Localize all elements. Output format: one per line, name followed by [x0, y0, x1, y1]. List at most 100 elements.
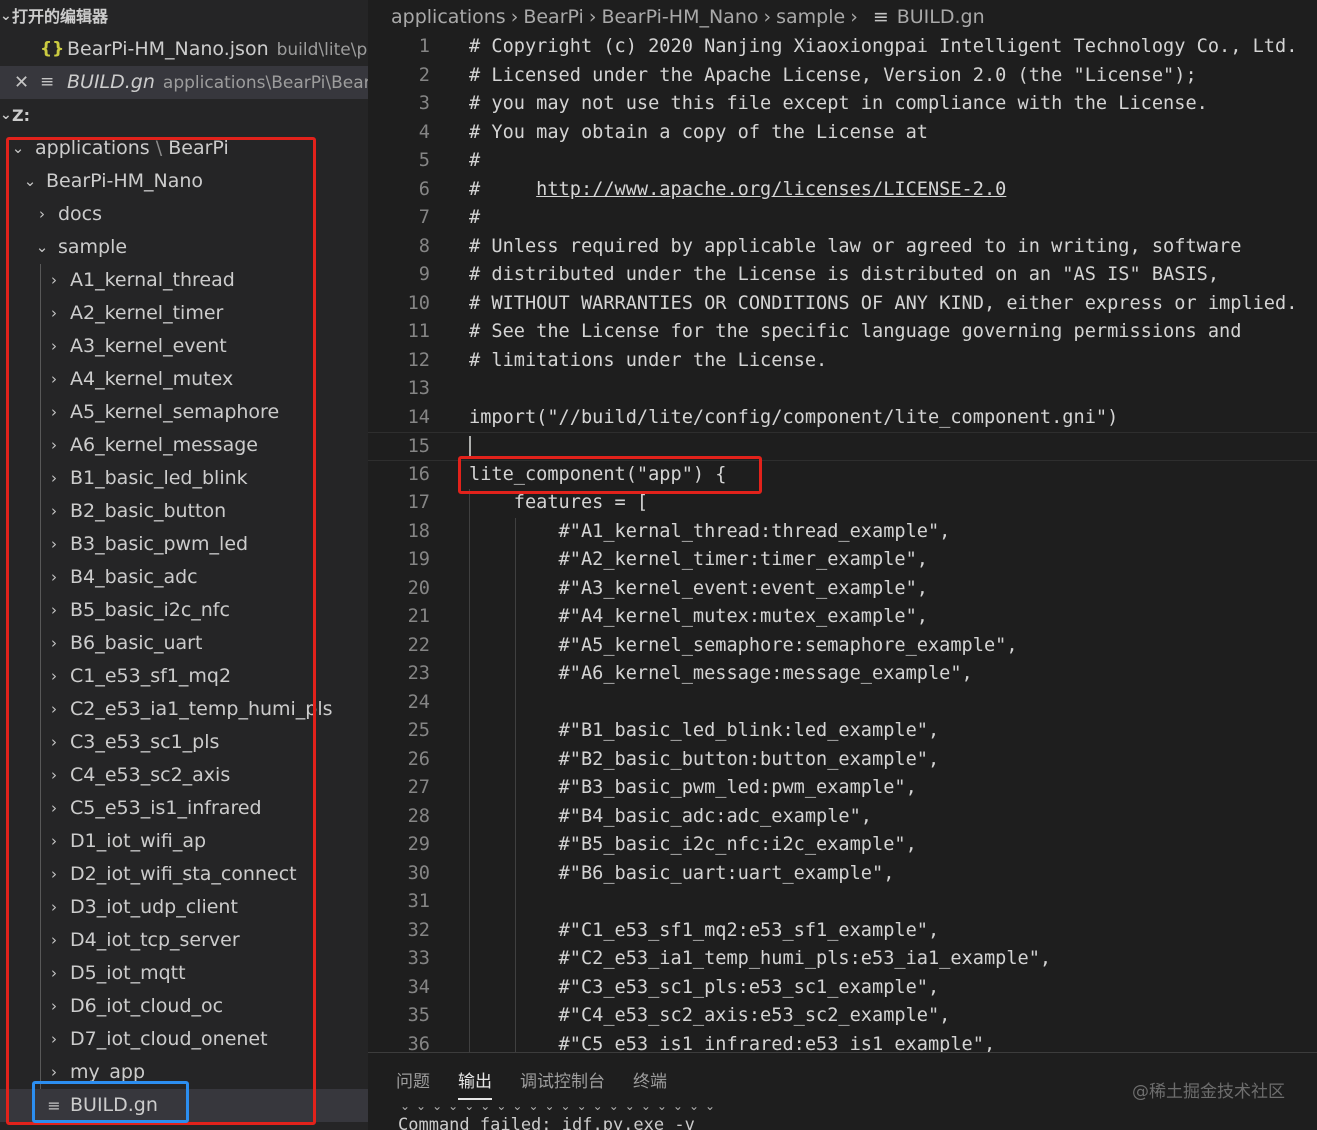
open-editor-item-json[interactable]: {} BearPi-HM_Nano.json build\lite\p...	[0, 33, 368, 66]
open-editor-item-build-gn[interactable]: ✕ ≡ BUILD.gn applications\BearPi\Bear...	[0, 66, 368, 99]
tree-item-folder[interactable]: › A6_kernel_message	[0, 429, 368, 462]
tree-item-folder[interactable]: › D4_iot_tcp_server	[0, 924, 368, 957]
code-text-content: # distributed under the License is distr…	[469, 264, 1220, 285]
code-line[interactable]: 14 import("//build/lite/config/component/…	[368, 404, 1317, 433]
chevron-right-icon: ›	[51, 502, 57, 520]
tree-item-folder[interactable]: › B2_basic_button	[0, 495, 368, 528]
breadcrumb-item[interactable]: BUILD.gn	[897, 6, 985, 28]
code-line[interactable]: 6 # http://www.apache.org/licenses/LICENS…	[368, 176, 1317, 205]
code-line[interactable]: 33 #"C2_e53_ia1_temp_humi_pls:e53_ia1_ex…	[368, 945, 1317, 974]
breadcrumb-item[interactable]: applications	[391, 6, 506, 28]
panel-tab[interactable]: 调试控制台	[520, 1067, 605, 1098]
tree-item-folder[interactable]: › B5_basic_i2c_nfc	[0, 594, 368, 627]
tree-item-folder[interactable]: › B6_basic_uart	[0, 627, 368, 660]
license-link[interactable]: http://www.apache.org/licenses/LICENSE-2…	[536, 179, 1006, 200]
code-line[interactable]: 35 #"C4_e53_sc2_axis:e53_sc2_example",	[368, 1002, 1317, 1031]
chevron-right-icon: ›	[51, 568, 57, 586]
code-line[interactable]: 25 #"B1_basic_led_blink:led_example",	[368, 717, 1317, 746]
open-editors-header[interactable]: ⌄ 打开的编辑器	[0, 0, 368, 33]
code-line[interactable]: 20 #"A3_kernel_event:event_example",	[368, 574, 1317, 603]
tree-item-folder[interactable]: › C3_e53_sc1_pls	[0, 726, 368, 759]
code-line[interactable]: 1 # Copyright (c) 2020 Nanjing Xiaoxiongp…	[368, 33, 1317, 62]
tree-item-folder[interactable]: › D6_iot_cloud_oc	[0, 990, 368, 1023]
tree-item-folder[interactable]: › B1_basic_led_blink	[0, 462, 368, 495]
code-line[interactable]: 3 # you may not use this file except in c…	[368, 90, 1317, 119]
code-line[interactable]: 27 #"B3_basic_pwm_led:pwm_example",	[368, 774, 1317, 803]
indent-guide	[40, 627, 41, 660]
tree-item-folder[interactable]: › D7_iot_cloud_onenet	[0, 1023, 368, 1056]
code-line[interactable]: 5 #	[368, 147, 1317, 176]
tree-item-folder[interactable]: › C4_e53_sc2_axis	[0, 759, 368, 792]
tree-item-folder[interactable]: › A2_kernel_timer	[0, 297, 368, 330]
code-text: #"B6_basic_uart:uart_example",	[469, 860, 895, 889]
tree-item-sample[interactable]: ⌄ sample	[0, 231, 368, 264]
tree-item-folder[interactable]: › A1_kernal_thread	[0, 264, 368, 297]
code-line[interactable]: 17 features = [	[368, 489, 1317, 518]
line-number: 24	[407, 691, 430, 713]
code-line[interactable]: 21 #"A4_kernel_mutex:mutex_example",	[368, 603, 1317, 632]
code-lines[interactable]: 1 # Copyright (c) 2020 Nanjing Xiaoxiongp…	[368, 33, 1317, 1052]
code-line[interactable]: 31	[368, 888, 1317, 917]
tree-label: A2_kernel_timer	[70, 302, 224, 324]
code-line[interactable]: 19 #"A2_kernel_timer:timer_example",	[368, 546, 1317, 575]
tree-label: BUILD.gn	[70, 1094, 158, 1116]
code-line[interactable]: 24	[368, 688, 1317, 717]
breadcrumb-item[interactable]: BearPi-HM_Nano	[601, 6, 758, 28]
code-line[interactable]: 36 #"C5_e53_is1_infrared:e53_is1_example…	[368, 1030, 1317, 1052]
code-line[interactable]: 18 #"A1_kernal_thread:thread_example",	[368, 517, 1317, 546]
tree-item-applications-bearpi[interactable]: ⌄ applications \ BearPi	[0, 132, 368, 165]
code-line[interactable]: 4 # You may obtain a copy of the License …	[368, 119, 1317, 148]
panel-tab[interactable]: 输出	[458, 1067, 492, 1100]
tree-item-folder[interactable]: › A4_kernel_mutex	[0, 363, 368, 396]
tree-item-docs[interactable]: › docs	[0, 198, 368, 231]
code-line[interactable]: 11 # See the License for the specific lan…	[368, 318, 1317, 347]
code-line[interactable]: 10 # WITHOUT WARRANTIES OR CONDITIONS OF …	[368, 290, 1317, 319]
code-text-content: # WITHOUT WARRANTIES OR CONDITIONS OF AN…	[469, 292, 1298, 314]
code-line[interactable]: 15	[368, 432, 1317, 461]
line-number: 5	[418, 150, 430, 171]
breadcrumb-item[interactable]: sample	[776, 6, 845, 28]
tree-item-project[interactable]: ⌄ BearPi-HM_Nano	[0, 165, 368, 198]
tree-item-folder[interactable]: › D2_iot_wifi_sta_connect	[0, 858, 368, 891]
indent-guide	[40, 726, 41, 759]
code-line[interactable]: 23 #"A6_kernel_message:message_example",	[368, 660, 1317, 689]
tree-item-folder[interactable]: › C2_e53_ia1_temp_humi_pls	[0, 693, 368, 726]
close-icon[interactable]: ✕	[14, 66, 29, 99]
tree-item-folder[interactable]: › my_app	[0, 1056, 368, 1089]
tree-item-folder[interactable]: › C5_e53_is1_infrared	[0, 792, 368, 825]
code-line[interactable]: 12 # limitations under the License.	[368, 347, 1317, 376]
tree-item-build-gn[interactable]: ≡ BUILD.gn	[0, 1089, 368, 1122]
panel-tab[interactable]: 问题	[396, 1067, 430, 1098]
tree-item-folder[interactable]: › D5_iot_mqtt	[0, 957, 368, 990]
code-line[interactable]: 2 # Licensed under the Apache License, Ve…	[368, 62, 1317, 91]
workspace-header[interactable]: ⌄ Z:	[0, 99, 368, 132]
line-number: 33	[407, 948, 430, 969]
tree-item-folder[interactable]: › D1_iot_wifi_ap	[0, 825, 368, 858]
code-line[interactable]: 9 # distributed under the License is dist…	[368, 261, 1317, 290]
code-editor[interactable]: applications › BearPi › BearPi-HM_Nano › sampl…	[368, 0, 1317, 1052]
tree-item-folder[interactable]: › B3_basic_pwm_led	[0, 528, 368, 561]
indent-guide	[40, 363, 41, 396]
code-line[interactable]: 7 #	[368, 204, 1317, 233]
panel-tab[interactable]: 终端	[633, 1067, 667, 1098]
chevron-right-icon: ›	[51, 469, 57, 487]
code-line[interactable]: 8 # Unless required by applicable law or …	[368, 233, 1317, 262]
tree-item-folder[interactable]: › A5_kernel_semaphore	[0, 396, 368, 429]
tree-item-folder[interactable]: › B4_basic_adc	[0, 561, 368, 594]
code-line[interactable]: 28 #"B4_basic_adc:adc_example",	[368, 802, 1317, 831]
tree-item-folder[interactable]: › C1_e53_sf1_mq2	[0, 660, 368, 693]
code-line[interactable]: 30 #"B6_basic_uart:uart_example",	[368, 859, 1317, 889]
code-line[interactable]: 32 #"C1_e53_sf1_mq2:e53_sf1_example",	[368, 916, 1317, 945]
code-line[interactable]: 16 lite_component("app") {	[368, 461, 1317, 490]
tree-item-folder[interactable]: › D3_iot_udp_client	[0, 891, 368, 924]
code-line[interactable]: 13	[368, 375, 1317, 404]
code-line[interactable]: 29 #"B5_basic_i2c_nfc:i2c_example",	[368, 831, 1317, 860]
breadcrumb-item[interactable]: BearPi	[523, 6, 584, 28]
text-file-icon: ≡	[872, 6, 889, 28]
indent-guide	[40, 660, 41, 693]
code-line[interactable]: 34 #"C3_e53_sc1_pls:e53_sc1_example",	[368, 973, 1317, 1002]
code-line[interactable]: 26 #"B2_basic_button:button_example",	[368, 745, 1317, 774]
code-text-content: #	[469, 207, 481, 228]
code-line[interactable]: 22 #"A5_kernel_semaphore:semaphore_examp…	[368, 631, 1317, 660]
tree-item-folder[interactable]: › A3_kernel_event	[0, 330, 368, 363]
